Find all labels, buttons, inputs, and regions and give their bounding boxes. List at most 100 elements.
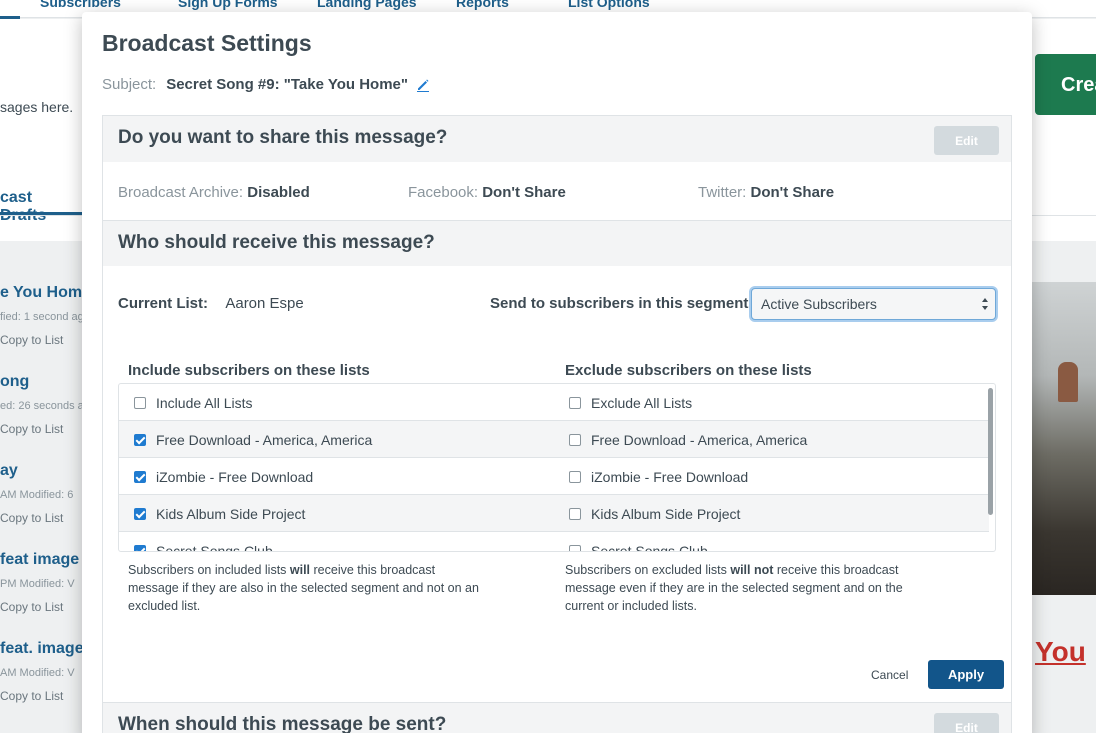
draft-meta: fied: 1 second ago bbox=[0, 311, 90, 323]
exclude-list-option[interactable]: Kids Album Side Project bbox=[569, 495, 740, 532]
pencil-icon[interactable] bbox=[416, 78, 430, 92]
share-section-header: Do you want to share this message? Edit bbox=[103, 116, 1011, 162]
include-list-option[interactable]: Secret Songs Club bbox=[134, 532, 273, 552]
facebook-label: Facebook: bbox=[408, 184, 479, 201]
include-list-label: iZombie - Free Download bbox=[156, 468, 314, 485]
draft-title[interactable]: feat image bbox=[0, 551, 79, 569]
schedule-section: When should this message be sent? Edit bbox=[102, 702, 1012, 733]
subject-row: Subject: Secret Song #9: "Take You Home" bbox=[102, 76, 430, 93]
exclude-list-label: Exclude All Lists bbox=[591, 394, 693, 411]
facebook-value: Don't Share bbox=[482, 184, 566, 201]
select-arrows-icon bbox=[982, 298, 988, 310]
archive-label: Broadcast Archive: bbox=[118, 184, 244, 201]
background-red-title: You bbox=[1035, 636, 1086, 667]
current-list-label: Current List: bbox=[118, 295, 208, 312]
create-button[interactable]: Crea bbox=[1035, 54, 1096, 115]
nav-reports[interactable]: Reports bbox=[456, 0, 509, 10]
apply-button[interactable]: Apply bbox=[928, 660, 1004, 689]
nav-landing-pages[interactable]: Landing Pages bbox=[317, 0, 417, 10]
draft-title[interactable]: feat. image bbox=[0, 640, 84, 658]
exclude-checkbox[interactable] bbox=[569, 470, 581, 483]
list-row: Free Download - America, America Free Do… bbox=[119, 421, 989, 458]
facebook-status: Facebook: Don't Share bbox=[408, 184, 566, 201]
subject-value: Secret Song #9: "Take You Home" bbox=[166, 76, 408, 93]
draft-title[interactable]: ong bbox=[0, 373, 29, 391]
include-list-label: Free Download - America, America bbox=[156, 431, 373, 448]
exclude-list-option[interactable]: iZombie - Free Download bbox=[569, 458, 748, 495]
copy-to-list-link[interactable]: Copy to List bbox=[0, 511, 63, 525]
exclude-list-option[interactable]: Free Download - America, America bbox=[569, 421, 807, 458]
twitter-status: Twitter: Don't Share bbox=[698, 184, 834, 201]
include-checkbox[interactable] bbox=[134, 470, 146, 483]
current-list: Current List: Aaron Espe bbox=[118, 295, 304, 312]
exclude-checkbox[interactable] bbox=[569, 396, 581, 409]
draft-meta: ed: 26 seconds ag bbox=[0, 400, 90, 412]
list-row: Include All Lists Exclude All Lists bbox=[119, 384, 989, 421]
recipients-section: Who should receive this message? Current… bbox=[102, 220, 1012, 703]
copy-to-list-link[interactable]: Copy to List bbox=[0, 600, 63, 614]
exclude-list-label: Kids Album Side Project bbox=[591, 505, 741, 522]
tab-broadcast-drafts[interactable]: cast Drafts bbox=[0, 185, 82, 224]
nav-sign-up-forms[interactable]: Sign Up Forms bbox=[178, 0, 278, 10]
draft-meta: AM Modified: 6 bbox=[0, 489, 74, 501]
schedule-edit-button[interactable]: Edit bbox=[934, 713, 999, 733]
exclude-checkbox[interactable] bbox=[569, 507, 581, 520]
exclude-list-option[interactable]: Secret Songs Club bbox=[569, 532, 708, 552]
draft-meta: PM Modified: V bbox=[0, 578, 75, 590]
draft-title[interactable]: ay bbox=[0, 462, 18, 480]
schedule-heading: When should this message be sent? bbox=[118, 714, 447, 733]
include-checkbox[interactable] bbox=[134, 396, 146, 409]
exclude-note: Subscribers on excluded lists will not r… bbox=[565, 561, 925, 615]
exclude-all-option[interactable]: Exclude All Lists bbox=[569, 384, 692, 421]
lists-scrollbar[interactable] bbox=[988, 388, 993, 515]
share-edit-button[interactable]: Edit bbox=[934, 126, 999, 155]
recipients-body: Current List: Aaron Espe Send to subscri… bbox=[103, 266, 1011, 702]
list-row: Secret Songs Club Secret Songs Club bbox=[119, 532, 989, 552]
share-section: Do you want to share this message? Edit … bbox=[102, 115, 1012, 221]
recipients-section-header: Who should receive this message? bbox=[103, 220, 1011, 266]
subject-label: Subject: bbox=[102, 76, 157, 93]
exclude-list-label: Secret Songs Club bbox=[591, 542, 708, 552]
include-list-label: Secret Songs Club bbox=[156, 542, 273, 552]
include-list-label: Kids Album Side Project bbox=[156, 505, 306, 522]
segment-label: Send to subscribers in this segment: bbox=[490, 295, 754, 312]
include-heading: Include subscribers on these lists bbox=[128, 362, 370, 379]
draft-title[interactable]: e You Home bbox=[0, 284, 91, 302]
exclude-list-label: iZombie - Free Download bbox=[591, 468, 749, 485]
exclude-heading: Exclude subscribers on these lists bbox=[565, 362, 812, 379]
lists-table: Include All Lists Exclude All Lists Free… bbox=[118, 383, 996, 552]
recipients-heading: Who should receive this message? bbox=[118, 232, 435, 253]
background-photo bbox=[1032, 282, 1096, 595]
background-hint-text: sages here. bbox=[0, 99, 74, 115]
exclude-checkbox[interactable] bbox=[569, 433, 581, 446]
exclude-note-emphasis: will not bbox=[730, 563, 774, 577]
include-note-text-a: Subscribers on included lists bbox=[128, 563, 290, 577]
include-checkbox[interactable] bbox=[134, 507, 146, 520]
schedule-section-header: When should this message be sent? Edit bbox=[103, 703, 1011, 733]
share-heading: Do you want to share this message? bbox=[118, 127, 448, 148]
copy-to-list-link[interactable]: Copy to List bbox=[0, 333, 63, 347]
twitter-value: Don't Share bbox=[750, 184, 835, 201]
nav-list-options[interactable]: List Options bbox=[568, 0, 650, 10]
include-list-option[interactable]: Kids Album Side Project bbox=[134, 495, 305, 532]
segment-select[interactable]: Active Subscribers bbox=[751, 288, 996, 320]
cancel-button[interactable]: Cancel bbox=[871, 668, 908, 682]
include-checkbox[interactable] bbox=[134, 433, 146, 446]
segment-selected-value: Active Subscribers bbox=[761, 296, 877, 312]
current-list-value: Aaron Espe bbox=[225, 295, 304, 312]
copy-to-list-link[interactable]: Copy to List bbox=[0, 422, 63, 436]
nav-subscribers[interactable]: Subscribers bbox=[40, 0, 121, 10]
exclude-checkbox[interactable] bbox=[569, 544, 581, 551]
include-all-option[interactable]: Include All Lists bbox=[134, 384, 253, 421]
include-checkbox[interactable] bbox=[134, 544, 146, 551]
include-list-label: Include All Lists bbox=[156, 394, 253, 411]
archive-value: Disabled bbox=[247, 184, 310, 201]
include-note: Subscribers on included lists will recei… bbox=[128, 561, 488, 615]
include-list-option[interactable]: Free Download - America, America bbox=[134, 421, 372, 458]
modal-title: Broadcast Settings bbox=[102, 30, 312, 56]
copy-to-list-link[interactable]: Copy to List bbox=[0, 689, 63, 703]
photo-detail bbox=[1058, 362, 1078, 402]
share-summary: Broadcast Archive: Disabled Facebook: Do… bbox=[103, 162, 1011, 220]
include-note-emphasis: will bbox=[289, 563, 311, 577]
include-list-option[interactable]: iZombie - Free Download bbox=[134, 458, 313, 495]
